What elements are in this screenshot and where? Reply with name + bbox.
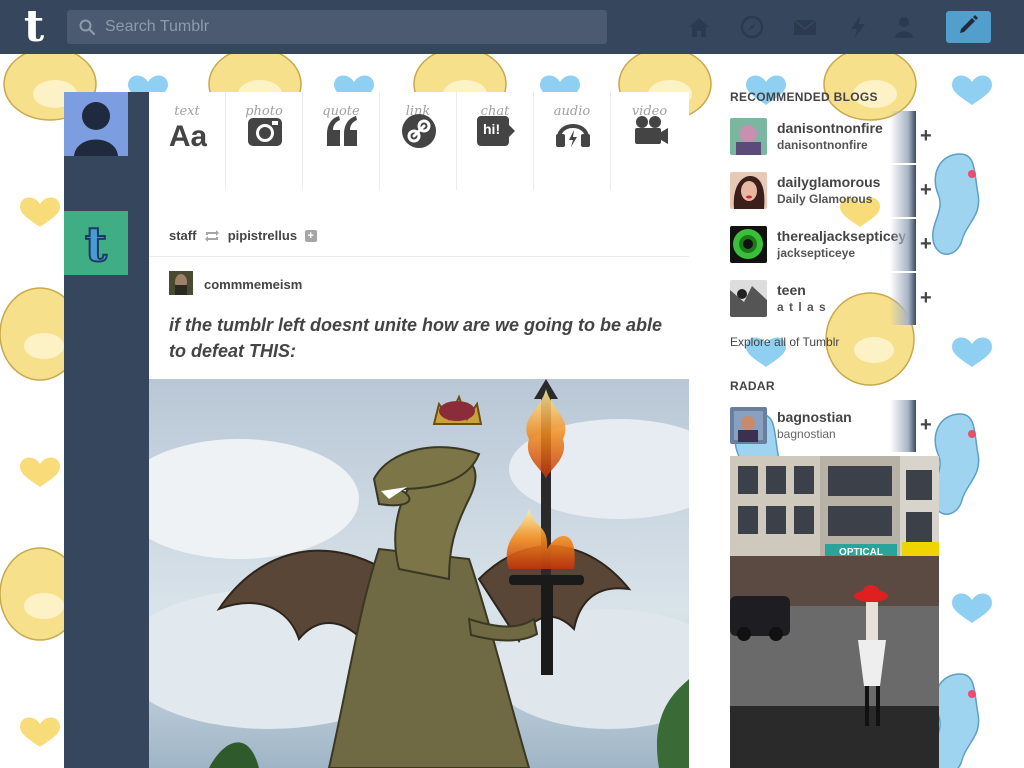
search-input[interactable]: [105, 10, 595, 44]
radar-post-image[interactable]: OPTICAL: [730, 456, 939, 768]
chat-icon-glyph: hi!: [483, 121, 501, 137]
post-type-link[interactable]: link: [380, 92, 457, 190]
recommended-blog-item[interactable]: teen a t l a s +: [730, 273, 940, 325]
quote-icon: [327, 116, 357, 146]
post-header: staff pipistrellus +: [149, 211, 689, 257]
blog-avatar: [730, 407, 767, 444]
follow-button[interactable]: +: [920, 287, 932, 310]
lightning-icon[interactable]: [845, 14, 871, 40]
post-type-photo[interactable]: photo: [226, 92, 303, 190]
reblogger-link[interactable]: staff: [169, 228, 196, 243]
post-type-text[interactable]: text Aa: [149, 92, 226, 190]
silhouette-avatar-image: [64, 92, 128, 156]
fade-overlay: [890, 111, 916, 163]
dinosaur-king-image: [149, 379, 689, 768]
blog-avatar: [730, 172, 767, 209]
post-type-chat[interactable]: chat hi!: [457, 92, 534, 190]
follow-plus-icon[interactable]: +: [304, 229, 317, 242]
radar-blog-item[interactable]: bagnostian bagnostian +: [730, 400, 940, 452]
search-icon: [79, 19, 95, 35]
recommended-blog-item[interactable]: therealjacksepticeye jacksepticeye +: [730, 219, 940, 271]
text-icon: Aa: [169, 120, 207, 148]
top-navigation-bar: t: [0, 0, 1024, 54]
post-type-audio[interactable]: audio: [534, 92, 611, 190]
home-icon[interactable]: [686, 14, 712, 40]
follow-button[interactable]: +: [920, 233, 932, 256]
tumblr-logo[interactable]: t: [14, 5, 54, 49]
dashboard-column: [64, 92, 149, 768]
radar-title: RADAR: [730, 379, 775, 393]
source-blog-name[interactable]: commmemeism: [204, 277, 302, 292]
staff-avatar[interactable]: t: [64, 211, 128, 275]
source-avatar-image: [169, 271, 193, 295]
svg-text:t: t: [85, 217, 107, 273]
search-bar[interactable]: [67, 10, 607, 44]
compass-icon[interactable]: [739, 14, 765, 40]
fade-overlay: [890, 273, 916, 325]
blog-avatar: [730, 226, 767, 263]
recommended-blog-item[interactable]: dailyglamorous Daily Glamorous +: [730, 165, 940, 217]
fade-overlay: [890, 400, 916, 452]
link-icon: [402, 114, 436, 148]
compose-button[interactable]: [946, 11, 991, 43]
source-avatar[interactable]: [169, 271, 193, 295]
post-image[interactable]: [149, 379, 689, 768]
explore-link[interactable]: Explore all of Tumblr: [730, 335, 839, 349]
follow-button[interactable]: +: [920, 179, 932, 202]
svg-text:Aa: Aa: [169, 120, 207, 148]
street-photo-image: OPTICAL: [730, 456, 939, 768]
follow-button[interactable]: +: [920, 414, 932, 437]
post-type-quote[interactable]: quote: [303, 92, 380, 190]
blog-avatar: [730, 280, 767, 317]
reblog-icon: [205, 229, 220, 242]
fade-overlay: [890, 165, 916, 217]
post-body-text: if the tumblr left doesnt unite how are …: [169, 315, 663, 361]
follow-button[interactable]: +: [920, 125, 932, 148]
fade-overlay: [890, 219, 916, 271]
recommended-blogs-title: RECOMMENDED BLOGS: [730, 90, 878, 104]
camera-icon: [248, 118, 282, 146]
post-type-video[interactable]: video: [611, 92, 688, 190]
reblogged-from-link[interactable]: pipistrellus: [228, 228, 297, 243]
post-card: staff pipistrellus + commmemeism if the …: [149, 211, 689, 768]
staff-t-avatar-image: t: [64, 211, 128, 275]
mail-icon[interactable]: [792, 14, 818, 40]
account-icon[interactable]: [891, 14, 917, 40]
blog-avatar: [730, 118, 767, 155]
recommended-blog-item[interactable]: danisontnonfire danisontnonfire +: [730, 111, 940, 163]
user-avatar[interactable]: [64, 92, 128, 156]
video-camera-icon: [635, 116, 668, 144]
headphones-icon: [556, 124, 590, 147]
post-type-bar: text Aa photo quote link chat hi! audio …: [149, 92, 689, 190]
pencil-icon: [960, 15, 978, 33]
